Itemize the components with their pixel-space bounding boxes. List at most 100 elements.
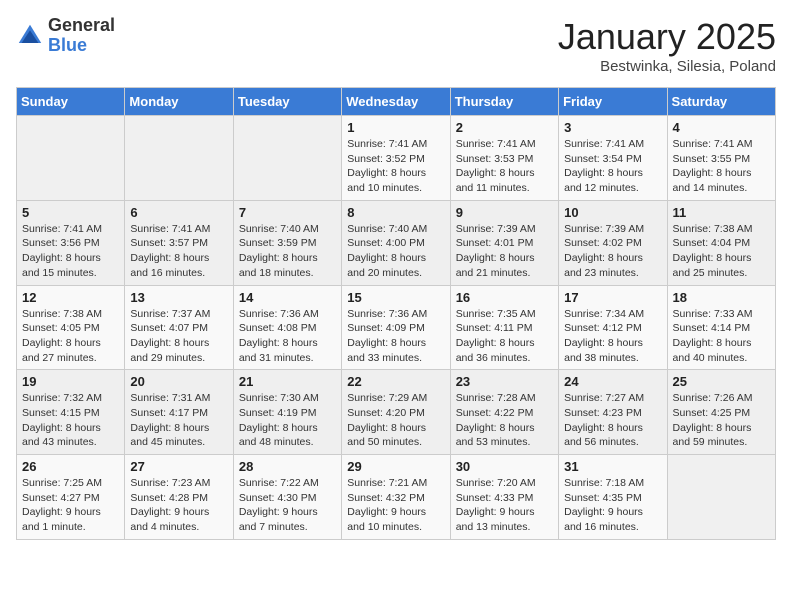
day-info: Sunrise: 7:33 AM Sunset: 4:14 PM Dayligh… [673,307,770,366]
logo-general: General [48,16,115,36]
day-info: Sunrise: 7:38 AM Sunset: 4:04 PM Dayligh… [673,222,770,281]
day-number: 23 [456,374,553,389]
day-info: Sunrise: 7:38 AM Sunset: 4:05 PM Dayligh… [22,307,119,366]
calendar-day-cell: 13 Sunrise: 7:37 AM Sunset: 4:07 PM Dayli… [125,285,233,370]
calendar-day-cell: 23 Sunrise: 7:28 AM Sunset: 4:22 PM Dayli… [450,370,558,455]
calendar-day-cell [233,116,341,201]
day-info: Sunrise: 7:40 AM Sunset: 3:59 PM Dayligh… [239,222,336,281]
calendar-day-cell: 30Sunrise: 7:20 AM Sunset: 4:33 PM Dayli… [450,455,558,540]
day-info: Sunrise: 7:21 AM Sunset: 4:32 PM Dayligh… [347,476,444,535]
logo-text: General Blue [48,16,115,56]
day-info: Sunrise: 7:37 AM Sunset: 4:07 PM Dayligh… [130,307,227,366]
location: Bestwinka, Silesia, Poland [558,58,776,75]
day-number: 31 [564,459,661,474]
calendar-week-row: 5Sunrise: 7:41 AM Sunset: 3:56 PM Daylig… [17,200,776,285]
day-number: 27 [130,459,227,474]
title-block: January 2025 Bestwinka, Silesia, Poland [558,16,776,75]
day-number: 10 [564,205,661,220]
day-info: Sunrise: 7:34 AM Sunset: 4:12 PM Dayligh… [564,307,661,366]
day-number: 25 [673,374,770,389]
day-info: Sunrise: 7:41 AM Sunset: 3:55 PM Dayligh… [673,137,770,196]
day-info: Sunrise: 7:41 AM Sunset: 3:56 PM Dayligh… [22,222,119,281]
day-info: Sunrise: 7:39 AM Sunset: 4:02 PM Dayligh… [564,222,661,281]
day-info: Sunrise: 7:41 AM Sunset: 3:54 PM Dayligh… [564,137,661,196]
calendar: SundayMondayTuesdayWednesdayThursdayFrid… [16,87,776,540]
calendar-day-cell: 6 Sunrise: 7:41 AM Sunset: 3:57 PM Daylig… [125,200,233,285]
calendar-day-cell: 31 Sunrise: 7:18 AM Sunset: 4:35 PM Dayli… [559,455,667,540]
day-info: Sunrise: 7:18 AM Sunset: 4:35 PM Dayligh… [564,476,661,535]
calendar-week-row: 19 Sunrise: 7:32 AM Sunset: 4:15 PM Dayli… [17,370,776,455]
calendar-week-row: 1 Sunrise: 7:41 AM Sunset: 3:52 PM Daylig… [17,116,776,201]
day-number: 30 [456,459,553,474]
day-info: Sunrise: 7:36 AM Sunset: 4:09 PM Dayligh… [347,307,444,366]
month-title: January 2025 [558,16,776,58]
day-number: 24 [564,374,661,389]
weekday-header-cell: Thursday [450,88,558,116]
day-number: 12 [22,290,119,305]
calendar-day-cell: 27 Sunrise: 7:23 AM Sunset: 4:28 PM Dayli… [125,455,233,540]
weekday-header-cell: Wednesday [342,88,450,116]
logo: General Blue [16,16,115,56]
day-info: Sunrise: 7:41 AM Sunset: 3:53 PM Dayligh… [456,137,553,196]
calendar-body: 1 Sunrise: 7:41 AM Sunset: 3:52 PM Daylig… [17,116,776,540]
calendar-day-cell: 29 Sunrise: 7:21 AM Sunset: 4:32 PM Dayli… [342,455,450,540]
day-info: Sunrise: 7:35 AM Sunset: 4:11 PM Dayligh… [456,307,553,366]
day-number: 13 [130,290,227,305]
day-number: 16 [456,290,553,305]
day-info: Sunrise: 7:39 AM Sunset: 4:01 PM Dayligh… [456,222,553,281]
day-number: 21 [239,374,336,389]
day-number: 17 [564,290,661,305]
calendar-day-cell: 24 Sunrise: 7:27 AM Sunset: 4:23 PM Dayli… [559,370,667,455]
weekday-header-cell: Friday [559,88,667,116]
day-number: 7 [239,205,336,220]
calendar-day-cell: 14Sunrise: 7:36 AM Sunset: 4:08 PM Dayli… [233,285,341,370]
day-number: 20 [130,374,227,389]
calendar-day-cell: 9 Sunrise: 7:39 AM Sunset: 4:01 PM Daylig… [450,200,558,285]
day-info: Sunrise: 7:26 AM Sunset: 4:25 PM Dayligh… [673,391,770,450]
weekday-header-cell: Tuesday [233,88,341,116]
day-number: 3 [564,120,661,135]
day-number: 2 [456,120,553,135]
calendar-day-cell: 2 Sunrise: 7:41 AM Sunset: 3:53 PM Daylig… [450,116,558,201]
day-info: Sunrise: 7:22 AM Sunset: 4:30 PM Dayligh… [239,476,336,535]
calendar-day-cell: 10 Sunrise: 7:39 AM Sunset: 4:02 PM Dayli… [559,200,667,285]
calendar-day-cell: 5Sunrise: 7:41 AM Sunset: 3:56 PM Daylig… [17,200,125,285]
day-number: 22 [347,374,444,389]
day-info: Sunrise: 7:32 AM Sunset: 4:15 PM Dayligh… [22,391,119,450]
weekday-header-cell: Sunday [17,88,125,116]
calendar-day-cell: 25 Sunrise: 7:26 AM Sunset: 4:25 PM Dayli… [667,370,775,455]
day-number: 9 [456,205,553,220]
calendar-day-cell: 11 Sunrise: 7:38 AM Sunset: 4:04 PM Dayli… [667,200,775,285]
calendar-day-cell [125,116,233,201]
calendar-day-cell: 28Sunrise: 7:22 AM Sunset: 4:30 PM Dayli… [233,455,341,540]
calendar-day-cell: 8Sunrise: 7:40 AM Sunset: 4:00 PM Daylig… [342,200,450,285]
day-number: 1 [347,120,444,135]
day-number: 18 [673,290,770,305]
calendar-week-row: 26Sunrise: 7:25 AM Sunset: 4:27 PM Dayli… [17,455,776,540]
weekday-header-cell: Monday [125,88,233,116]
calendar-day-cell [17,116,125,201]
logo-icon [16,22,44,50]
day-number: 6 [130,205,227,220]
day-number: 19 [22,374,119,389]
calendar-day-cell: 17 Sunrise: 7:34 AM Sunset: 4:12 PM Dayli… [559,285,667,370]
day-number: 8 [347,205,444,220]
calendar-day-cell: 7 Sunrise: 7:40 AM Sunset: 3:59 PM Daylig… [233,200,341,285]
weekday-header-cell: Saturday [667,88,775,116]
calendar-day-cell: 1 Sunrise: 7:41 AM Sunset: 3:52 PM Daylig… [342,116,450,201]
page-header: General Blue January 2025 Bestwinka, Sil… [16,16,776,75]
day-info: Sunrise: 7:23 AM Sunset: 4:28 PM Dayligh… [130,476,227,535]
day-info: Sunrise: 7:41 AM Sunset: 3:57 PM Dayligh… [130,222,227,281]
day-info: Sunrise: 7:28 AM Sunset: 4:22 PM Dayligh… [456,391,553,450]
day-info: Sunrise: 7:25 AM Sunset: 4:27 PM Dayligh… [22,476,119,535]
day-info: Sunrise: 7:29 AM Sunset: 4:20 PM Dayligh… [347,391,444,450]
day-number: 11 [673,205,770,220]
day-info: Sunrise: 7:41 AM Sunset: 3:52 PM Dayligh… [347,137,444,196]
calendar-day-cell: 16 Sunrise: 7:35 AM Sunset: 4:11 PM Dayli… [450,285,558,370]
day-info: Sunrise: 7:30 AM Sunset: 4:19 PM Dayligh… [239,391,336,450]
calendar-day-cell: 15Sunrise: 7:36 AM Sunset: 4:09 PM Dayli… [342,285,450,370]
calendar-day-cell: 22 Sunrise: 7:29 AM Sunset: 4:20 PM Dayli… [342,370,450,455]
day-number: 29 [347,459,444,474]
day-number: 14 [239,290,336,305]
day-info: Sunrise: 7:27 AM Sunset: 4:23 PM Dayligh… [564,391,661,450]
